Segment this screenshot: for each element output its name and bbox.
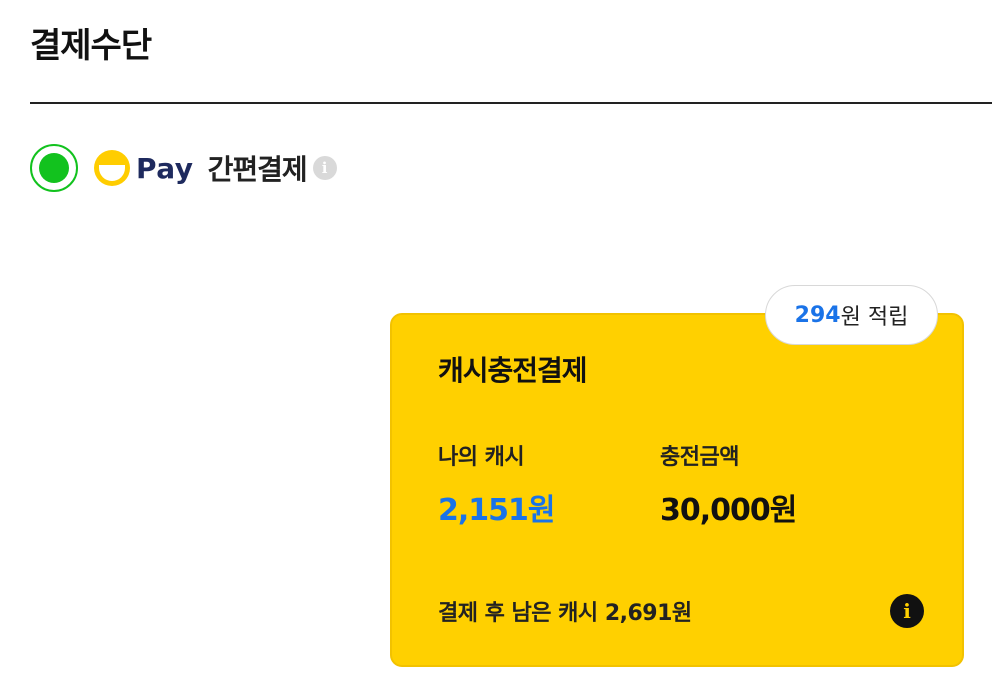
- my-cash-value: 2,151원: [438, 493, 555, 528]
- card-title: 캐시충전결제: [438, 354, 588, 387]
- reward-badge: 294 원 적립: [765, 285, 938, 345]
- pay-brand-icon: [94, 150, 130, 186]
- reward-amount: 294: [794, 302, 841, 328]
- cash-charge-card: 캐시충전결제 나의 캐시 2,151원 충전금액 30,000원 결제 후 남은…: [390, 313, 964, 667]
- section-title: 결제수단: [30, 26, 152, 66]
- pay-brand-text: Pay: [136, 151, 194, 185]
- remaining-cash-text: 결제 후 남은 캐시 2,691원: [438, 601, 692, 626]
- payment-page: 결제수단 Pay 간편결제 i 캐시충전결제 나의 캐시 2,151원 충전금액…: [0, 0, 992, 684]
- payment-method-row[interactable]: Pay 간편결제 i: [30, 144, 337, 192]
- info-icon[interactable]: i: [312, 156, 337, 180]
- payment-method-radio[interactable]: [30, 144, 78, 192]
- kakaopay-logo: Pay: [94, 150, 194, 186]
- charge-amount-label: 충전금액: [660, 445, 739, 470]
- charge-amount-block: 충전금액 30,000원: [660, 439, 797, 529]
- info-icon[interactable]: i: [890, 594, 924, 628]
- radio-selected-dot: [39, 153, 69, 183]
- my-cash-label: 나의 캐시: [438, 445, 525, 470]
- my-cash-block: 나의 캐시 2,151원: [438, 439, 555, 529]
- section-divider: [30, 102, 992, 104]
- payment-method-label: 간편결제: [207, 153, 308, 186]
- charge-amount-value: 30,000원: [660, 493, 797, 528]
- reward-suffix: 원 적립: [840, 305, 909, 330]
